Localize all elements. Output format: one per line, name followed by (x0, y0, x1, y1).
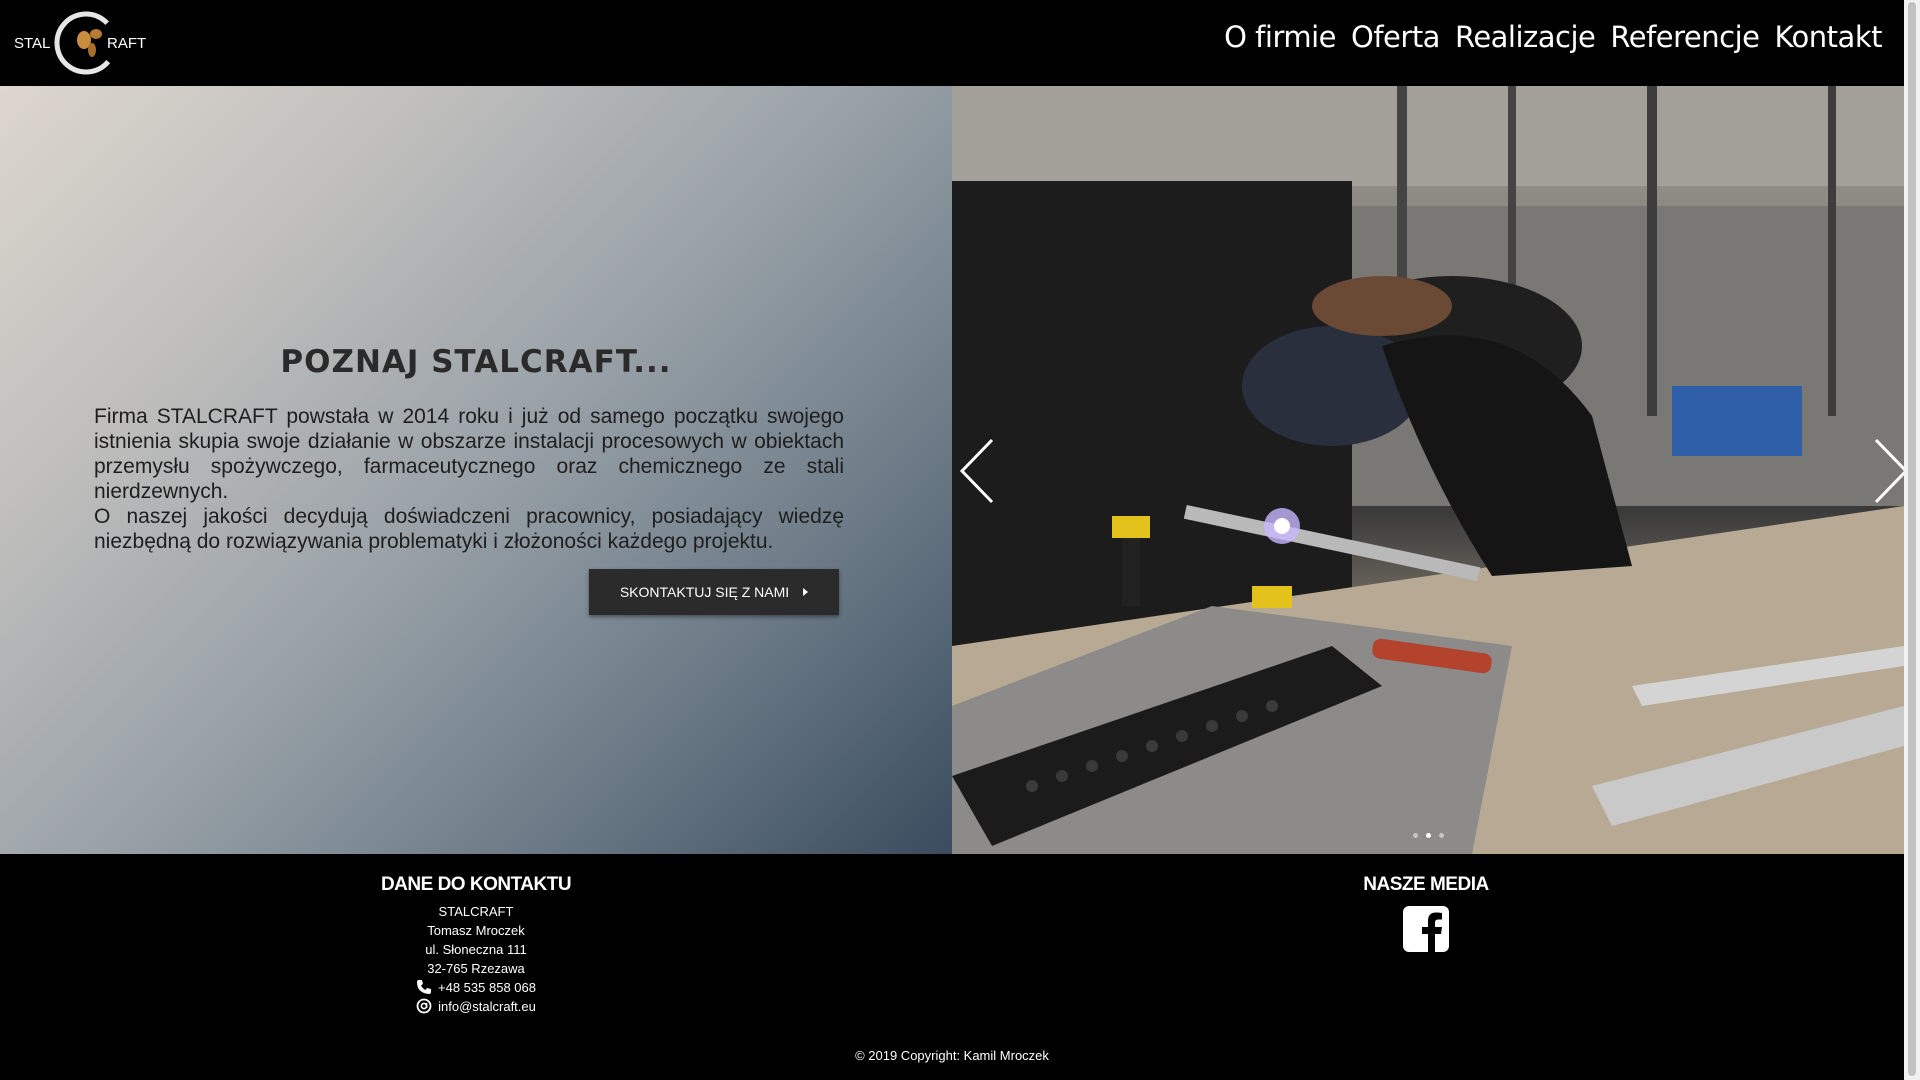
welding-workshop-photo (952, 86, 1904, 854)
facebook-icon (1403, 906, 1449, 952)
main-nav: O firmie Oferta Realizacje Referencje Ko… (1224, 20, 1882, 54)
contact-us-label: SKONTAKTUJ SIĘ Z NAMI (619, 584, 790, 600)
chevron-right-icon (1874, 438, 1904, 504)
nav-realizacje[interactable]: Realizacje (1455, 20, 1596, 54)
hero-paragraph: O naszej jakości decydują doświadczeni p… (94, 505, 844, 553)
scrollbar-thumb[interactable] (1908, 2, 1916, 1076)
page-scrollbar[interactable] (1904, 0, 1920, 1080)
image-carousel[interactable] (952, 86, 1904, 854)
at-sign-icon (416, 998, 432, 1014)
carousel-next-button[interactable] (1870, 436, 1904, 506)
hero-intro-panel: POZNAJ STALCRAFT... Firma STALCRAFT pows… (0, 86, 952, 854)
site-header: STAL RAFT O firmie Oferta Realizacje Ref… (0, 0, 1904, 86)
svg-text:STAL: STAL (14, 35, 50, 52)
street-address: ul. Słoneczna 111 (425, 942, 527, 957)
svg-text:RAFT: RAFT (107, 35, 146, 52)
hero-paragraph: Firma STALCRAFT powstała w 2014 roku i j… (94, 405, 844, 503)
carousel-dot[interactable] (1425, 833, 1431, 838)
contact-heading: DANE DO KONTAKTU (380, 874, 572, 895)
site-footer: DANE DO KONTAKTU STALCRAFT Tomasz Mrocze… (0, 854, 1904, 1080)
hero-description: Firma STALCRAFT powstała w 2014 roku i j… (94, 404, 844, 554)
contact-details: STALCRAFT Tomasz Mroczek ul. Słoneczna 1… (326, 902, 626, 1016)
carousel-dot[interactable] (1412, 833, 1418, 838)
logo-globe-icon: STAL RAFT (14, 11, 146, 75)
nav-oferta[interactable]: Oferta (1351, 20, 1440, 54)
contact-us-button[interactable]: SKONTAKTUJ SIĘ Z NAMI (589, 569, 839, 615)
chevron-left-icon (959, 438, 994, 504)
carousel-prev-button[interactable] (958, 436, 998, 506)
phone-line: +48 535 858 068 (326, 978, 626, 997)
carousel-indicators (952, 833, 1904, 838)
facebook-link[interactable] (1403, 906, 1449, 952)
caret-right-icon (803, 588, 809, 596)
email-line: info@stalcraft.eu (326, 997, 626, 1016)
city-address: 32-765 Rzezawa (427, 961, 525, 976)
media-heading: NASZE MEDIA (1363, 874, 1489, 895)
nav-o-firmie[interactable]: O firmie (1224, 20, 1336, 54)
contact-section: DANE DO KONTAKTU STALCRAFT Tomasz Mrocze… (326, 854, 626, 1016)
email-address[interactable]: info@stalcraft.eu (438, 999, 536, 1014)
company-name: STALCRAFT (438, 904, 514, 919)
phone-number[interactable]: +48 535 858 068 (438, 980, 536, 995)
social-media-section: NASZE MEDIA (1276, 854, 1576, 957)
carousel-dot[interactable] (1438, 833, 1444, 838)
copyright: © 2019 Copyright: Kamil Mroczek (855, 1048, 1049, 1063)
logo[interactable]: STAL RAFT (12, 10, 152, 76)
phone-icon (416, 979, 432, 995)
hero-section: POZNAJ STALCRAFT... Firma STALCRAFT pows… (0, 86, 1904, 854)
contact-person: Tomasz Mroczek (427, 923, 525, 938)
hero-title: POZNAJ STALCRAFT... (280, 344, 672, 380)
nav-referencje[interactable]: Referencje (1610, 20, 1760, 54)
nav-kontakt[interactable]: Kontakt (1774, 20, 1882, 54)
